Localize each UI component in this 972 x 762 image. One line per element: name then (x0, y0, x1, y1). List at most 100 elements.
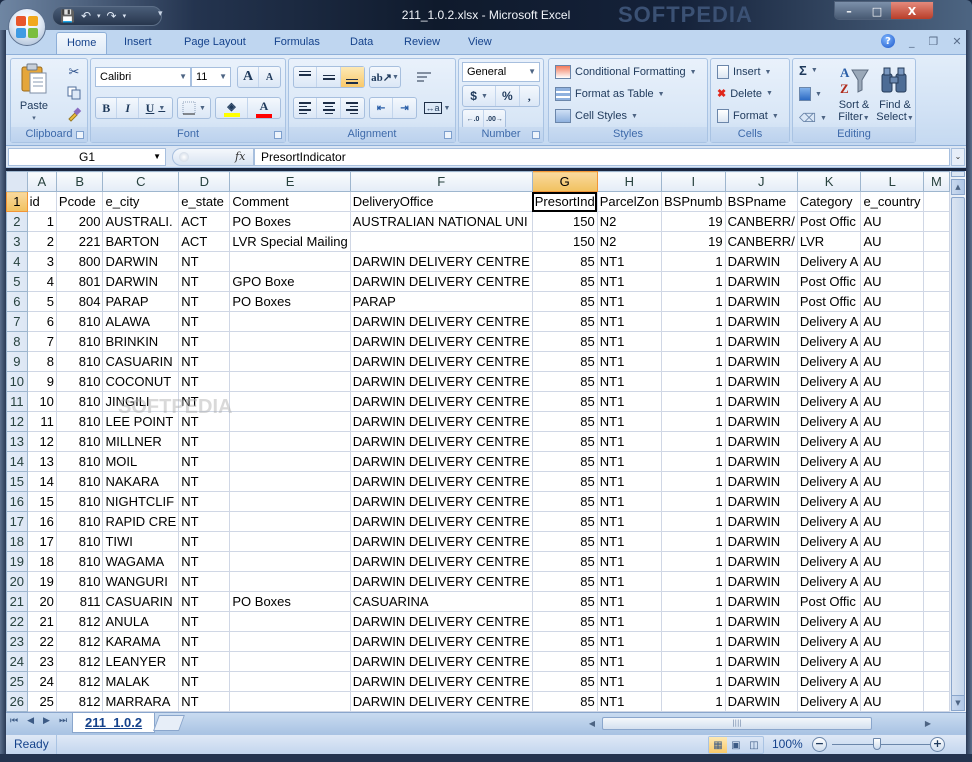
cut-icon[interactable]: ✂ (65, 63, 83, 81)
column-header-j[interactable]: J (724, 171, 798, 192)
cell-a8[interactable]: 7 (26, 331, 57, 352)
cell-f7[interactable]: DARWIN DELIVERY CENTRE (349, 311, 533, 332)
cell-l22[interactable]: AU (860, 611, 924, 632)
cell-g22[interactable]: 85 (531, 611, 598, 632)
cell-c9[interactable]: CASUARIN (102, 351, 180, 372)
cell-d17[interactable]: NT (178, 511, 231, 532)
cell-b23[interactable]: 812 (55, 631, 104, 652)
cell-g10[interactable]: 85 (531, 371, 598, 392)
cell-g8[interactable]: 85 (531, 331, 598, 352)
cell-i2[interactable]: 19 (660, 211, 726, 232)
cell-h19[interactable]: NT1 (596, 551, 662, 572)
column-header-c[interactable]: C (102, 171, 180, 192)
page-break-view-icon[interactable]: ◫ (745, 737, 763, 753)
split-box[interactable] (951, 171, 965, 177)
number-format-combo[interactable]: General ▼ (462, 62, 540, 82)
cell-k20[interactable]: Delivery A (796, 571, 862, 592)
cell-h14[interactable]: NT1 (596, 451, 662, 472)
italic-button[interactable]: I (117, 98, 139, 118)
horizontal-scroll-thumb[interactable]: |||| (602, 717, 872, 730)
cell-h12[interactable]: NT1 (596, 411, 662, 432)
cell-k13[interactable]: Delivery A (796, 431, 862, 452)
cell-j19[interactable]: DARWIN (724, 551, 798, 572)
format-as-table-button[interactable]: Format as Table ▼ (555, 87, 665, 101)
row-header[interactable]: 16 (6, 491, 28, 512)
cell-k5[interactable]: Post Offic (796, 271, 862, 292)
cell-e1[interactable]: Comment (229, 191, 351, 212)
row-header[interactable]: 12 (6, 411, 28, 432)
cell-k24[interactable]: Delivery A (796, 651, 862, 672)
cell-a1[interactable]: id (26, 191, 57, 212)
cell-i4[interactable]: 1 (660, 251, 726, 272)
cell-l12[interactable]: AU (860, 411, 924, 432)
cell-m4[interactable] (922, 251, 950, 272)
cell-h17[interactable]: NT1 (596, 511, 662, 532)
cell-j24[interactable]: DARWIN (724, 651, 798, 672)
shrink-font-button[interactable]: A (259, 67, 280, 87)
cell-e19[interactable] (229, 551, 351, 572)
worksheet-grid[interactable]: ABCDEFGHIJKLM 1 id Pcode e_city e_state Comme… (6, 171, 950, 712)
cell-m9[interactable] (922, 351, 950, 372)
cell-i25[interactable]: 1 (660, 671, 726, 692)
cell-h9[interactable]: NT1 (596, 351, 662, 372)
cell-g17[interactable]: 85 (531, 511, 598, 532)
cell-j7[interactable]: DARWIN (724, 311, 798, 332)
cell-h25[interactable]: NT1 (596, 671, 662, 692)
cell-f18[interactable]: DARWIN DELIVERY CENTRE (349, 531, 533, 552)
conditional-formatting-button[interactable]: Conditional Formatting ▼ (555, 65, 697, 79)
cell-i3[interactable]: 19 (660, 231, 726, 252)
align-center-button[interactable] (317, 98, 341, 118)
cell-d26[interactable]: NT (178, 691, 231, 712)
cell-l8[interactable]: AU (860, 331, 924, 352)
cell-a15[interactable]: 14 (26, 471, 57, 492)
row-header[interactable]: 13 (6, 431, 28, 452)
middle-align-button[interactable] (317, 67, 341, 87)
cell-f5[interactable]: DARWIN DELIVERY CENTRE (349, 271, 533, 292)
page-layout-view-icon[interactable]: ▣ (727, 737, 745, 753)
bold-button[interactable]: B (96, 98, 118, 118)
cell-c4[interactable]: DARWIN (102, 251, 180, 272)
cell-m13[interactable] (922, 431, 950, 452)
zoom-slider-thumb[interactable] (873, 738, 881, 750)
cell-k11[interactable]: Delivery A (796, 391, 862, 412)
fill-color-button[interactable]: ◈ (216, 98, 249, 118)
cell-i20[interactable]: 1 (660, 571, 726, 592)
cell-m14[interactable] (922, 451, 950, 472)
cell-g5[interactable]: 85 (531, 271, 598, 292)
cell-c8[interactable]: BRINKIN (102, 331, 180, 352)
sort-filter-icon[interactable]: AZ (837, 63, 871, 97)
row-header[interactable]: 19 (6, 551, 28, 572)
cell-f20[interactable]: DARWIN DELIVERY CENTRE (349, 571, 533, 592)
cell-j9[interactable]: DARWIN (724, 351, 798, 372)
cell-k10[interactable]: Delivery A (796, 371, 862, 392)
cell-h18[interactable]: NT1 (596, 531, 662, 552)
scroll-right-icon[interactable]: ▶ (922, 716, 934, 731)
binoculars-icon[interactable] (877, 63, 911, 97)
cell-g26[interactable]: 85 (531, 691, 598, 712)
cell-i12[interactable]: 1 (660, 411, 726, 432)
cell-k8[interactable]: Delivery A (796, 331, 862, 352)
cell-d14[interactable]: NT (178, 451, 231, 472)
sheet-tab[interactable]: 211_1.0.2 (72, 713, 156, 733)
cell-m7[interactable] (922, 311, 950, 332)
cell-a5[interactable]: 4 (26, 271, 57, 292)
column-header-m[interactable]: M (922, 171, 950, 192)
scroll-up-icon[interactable]: ▲ (951, 179, 965, 195)
cell-m26[interactable] (922, 691, 950, 712)
cell-e22[interactable] (229, 611, 351, 632)
cell-e17[interactable] (229, 511, 351, 532)
clipboard-launcher-icon[interactable] (76, 131, 84, 139)
cell-h23[interactable]: NT1 (596, 631, 662, 652)
cell-g1[interactable]: PresortInd (531, 191, 598, 212)
cell-e23[interactable] (229, 631, 351, 652)
cell-m1[interactable] (922, 191, 950, 212)
cell-d4[interactable]: NT (178, 251, 231, 272)
cell-g24[interactable]: 85 (531, 651, 598, 672)
cell-k6[interactable]: Post Offic (796, 291, 862, 312)
cell-g23[interactable]: 85 (531, 631, 598, 652)
paste-icon[interactable] (19, 63, 49, 95)
row-header[interactable]: 24 (6, 651, 28, 672)
cell-i17[interactable]: 1 (660, 511, 726, 532)
cell-b18[interactable]: 810 (55, 531, 104, 552)
cell-e6[interactable]: PO Boxes (229, 291, 351, 312)
